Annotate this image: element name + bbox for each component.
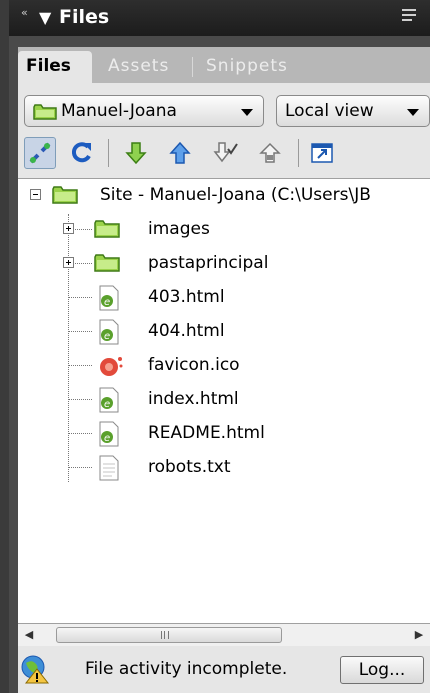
chevron-down-icon <box>241 109 253 116</box>
panel-content: Manuel-Joana Local view Site - Manuel-Jo… <box>18 83 430 693</box>
tree-item-label: robots.txt <box>148 457 231 477</box>
tree-item-403-html[interactable]: e 403.html <box>18 281 430 315</box>
log-button[interactable]: Log... <box>340 656 424 684</box>
status-bar: File activity incomplete. Log... <box>18 646 430 693</box>
tree-item-favicon-ico[interactable]: favicon.ico <box>18 349 430 383</box>
tab-divider <box>192 57 193 77</box>
connect-icon <box>29 142 51 164</box>
site-select-dropdown[interactable]: Manuel-Joana <box>24 95 264 127</box>
folder-icon <box>94 254 120 272</box>
warning-globe-icon <box>21 655 50 684</box>
html-file-icon: e <box>99 387 119 413</box>
svg-text:e: e <box>104 433 110 444</box>
panel-title-bar[interactable]: « ▼ Files <box>9 0 430 36</box>
horizontal-scrollbar[interactable]: ◀ ▶ <box>18 624 430 646</box>
text-file-icon <box>99 455 119 481</box>
scroll-left-arrow-icon[interactable]: ◀ <box>18 624 40 646</box>
check-in-button[interactable] <box>254 137 286 169</box>
expand-view-icon <box>311 143 333 163</box>
panel-options-menu-icon[interactable] <box>402 6 420 26</box>
put-files-button[interactable] <box>164 137 196 169</box>
grip-icon[interactable]: « <box>21 6 28 19</box>
site-folder-icon <box>52 186 78 204</box>
status-text: File activity incomplete. <box>85 659 288 679</box>
tree-item-label: images <box>148 219 210 239</box>
tree-item-label: README.html <box>148 423 265 443</box>
site-select-value: Manuel-Joana <box>61 101 177 121</box>
tree-item-label: 404.html <box>148 321 225 341</box>
grip-icon <box>161 631 169 639</box>
tree-item-robots-txt[interactable]: robots.txt <box>18 451 430 485</box>
collapse-toggle-icon[interactable] <box>30 189 41 200</box>
scrollbar-thumb[interactable] <box>56 627 282 643</box>
connect-button[interactable] <box>24 137 56 169</box>
put-files-icon <box>169 141 191 164</box>
tree-root-label: Site - Manuel-Joana (C:\Users\JB <box>100 185 371 205</box>
ico-file-icon <box>100 357 123 376</box>
tab-files[interactable]: Files <box>18 51 92 83</box>
panel-tabs: Files Assets Snippets <box>18 47 430 83</box>
html-file-icon: e <box>99 285 119 311</box>
tree-item-404-html[interactable]: e 404.html <box>18 315 430 349</box>
tree-item-label: index.html <box>148 389 239 409</box>
html-file-icon: e <box>99 319 119 345</box>
view-select-dropdown[interactable]: Local view <box>276 95 430 127</box>
tab-snippets[interactable]: Snippets <box>198 51 296 83</box>
tree-item-label: 403.html <box>148 287 225 307</box>
folder-icon <box>94 220 120 238</box>
check-out-icon <box>213 142 238 163</box>
tree-item-readme-html[interactable]: e README.html <box>18 417 430 451</box>
get-files-icon <box>125 142 147 165</box>
scroll-right-arrow-icon[interactable]: ▶ <box>408 624 430 646</box>
expand-toggle-icon[interactable] <box>63 223 74 234</box>
refresh-button[interactable] <box>66 137 98 169</box>
svg-text:e: e <box>104 331 110 342</box>
expand-view-button[interactable] <box>306 137 338 169</box>
files-toolbar <box>18 135 430 171</box>
tab-assets[interactable]: Assets <box>100 51 177 83</box>
panel-edge <box>0 0 9 693</box>
tree-item-images[interactable]: images <box>18 213 430 247</box>
html-file-icon: e <box>99 421 119 447</box>
tree-root-row[interactable]: Site - Manuel-Joana (C:\Users\JB <box>18 179 430 213</box>
panel-title: Files <box>59 6 110 28</box>
collapse-triangle-icon[interactable]: ▼ <box>39 8 51 27</box>
svg-text:e: e <box>104 399 110 410</box>
tree-item-pastaprincipal[interactable]: pastaprincipal <box>18 247 430 281</box>
toolbar-divider <box>108 139 109 167</box>
svg-text:e: e <box>104 297 110 308</box>
check-out-button[interactable] <box>210 137 242 169</box>
get-files-button[interactable] <box>120 137 152 169</box>
chevron-down-icon <box>407 109 419 116</box>
check-in-icon <box>259 142 281 163</box>
tree-item-label: pastaprincipal <box>148 253 269 273</box>
toolbar-divider <box>298 139 299 167</box>
refresh-icon <box>71 142 91 163</box>
expand-toggle-icon[interactable] <box>63 257 74 268</box>
files-panel: « ▼ Files Files Assets Snippets Manuel-J… <box>0 0 430 693</box>
folder-icon <box>33 104 57 120</box>
view-select-value: Local view <box>285 101 374 121</box>
tree-item-index-html[interactable]: e index.html <box>18 383 430 417</box>
tree-item-label: favicon.ico <box>148 355 240 375</box>
file-tree[interactable]: Site - Manuel-Joana (C:\Users\JB images … <box>18 178 430 624</box>
